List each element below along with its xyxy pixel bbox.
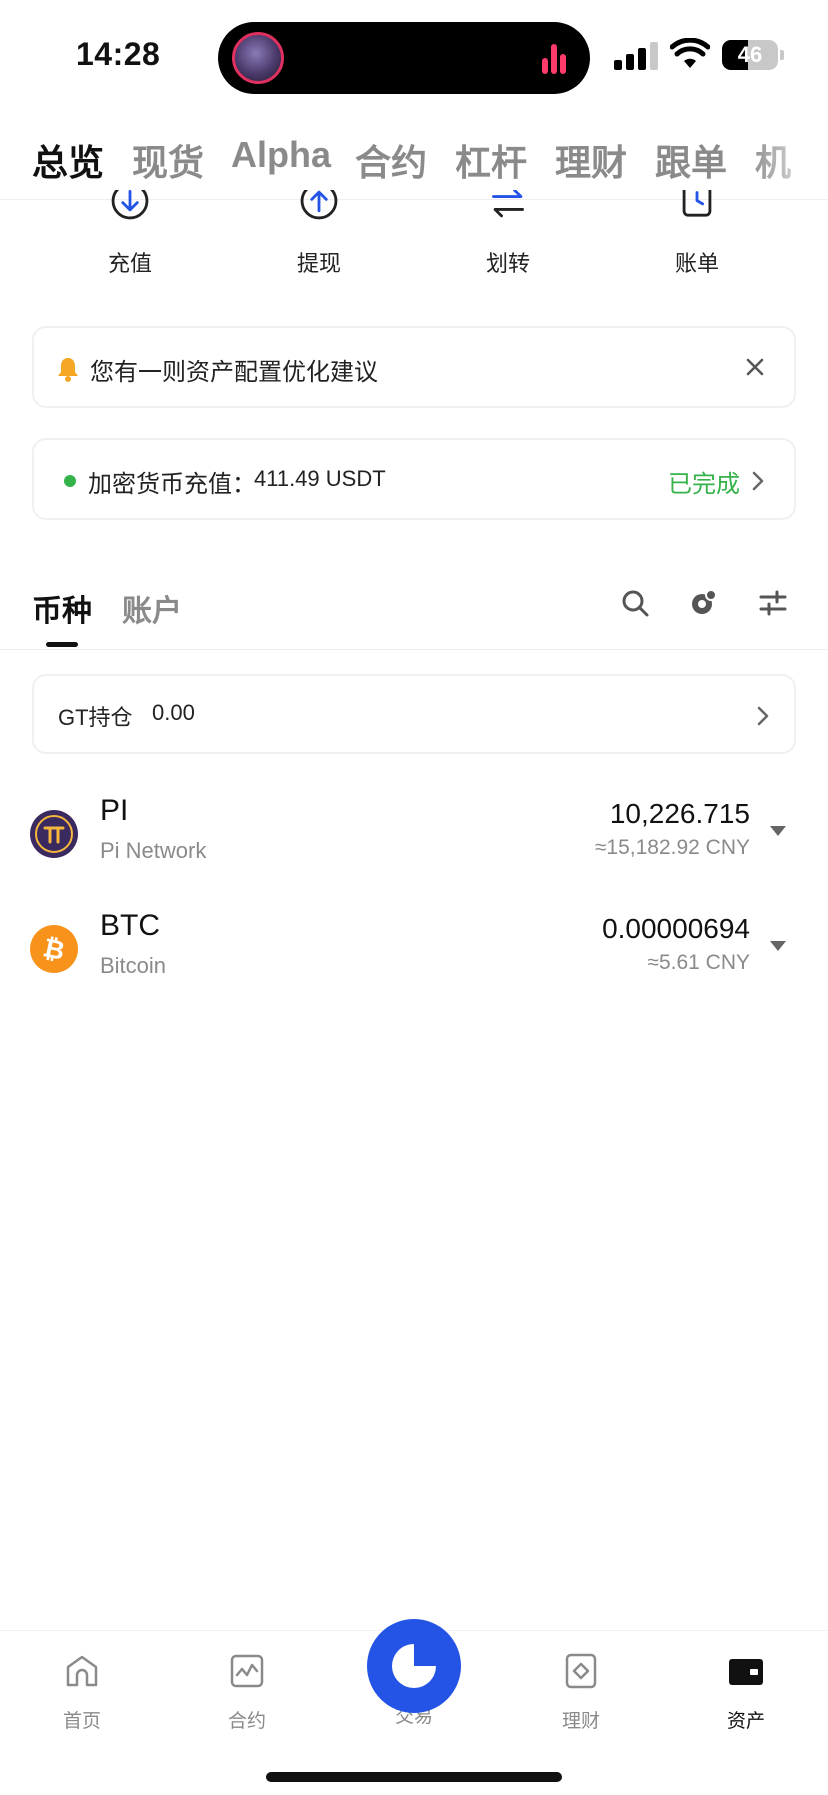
tab-spot[interactable]: 现货 xyxy=(132,134,204,186)
expand-caret-icon[interactable] xyxy=(770,941,786,951)
deposit-label: 充值 xyxy=(107,251,152,276)
bell-icon xyxy=(58,358,78,382)
expand-caret-icon[interactable] xyxy=(770,826,786,836)
svg-text:₿: ₿ xyxy=(41,932,68,966)
bill-icon xyxy=(671,190,723,232)
wallet-icon xyxy=(729,1659,763,1685)
transfer-label: 划转 xyxy=(485,251,530,276)
coin-amount: 10,226.715 xyxy=(609,798,750,829)
bottom-navigation: 首页 合约 交易 理财 资产 xyxy=(0,1619,828,1795)
nav-assets[interactable]: 资产 xyxy=(696,1651,796,1733)
nav-home-label: 首页 xyxy=(62,1711,101,1732)
nav-assets-label: 资产 xyxy=(726,1711,765,1732)
audio-bars-icon xyxy=(542,44,572,74)
withdraw-icon xyxy=(293,190,345,232)
nav-trade[interactable]: 交易 xyxy=(364,1619,464,1728)
dynamic-island[interactable] xyxy=(218,22,590,94)
pi-network-icon xyxy=(30,810,78,858)
coin-name: Pi Network xyxy=(100,838,207,863)
coin-row-btc[interactable]: ₿ BTC Bitcoin 0.00000694 ≈5.61 CNY xyxy=(0,899,828,1009)
chevron-right-icon xyxy=(752,471,764,491)
bill-label: 账单 xyxy=(674,251,719,276)
coin-row-pi[interactable]: PI Pi Network 10,226.715 ≈15,182.92 CNY xyxy=(0,784,828,894)
status-dot xyxy=(64,475,76,487)
gt-holding-value: 0.00 xyxy=(152,700,195,725)
status-time: 14:28 xyxy=(76,36,161,72)
tab-copy-trading[interactable]: 跟单 xyxy=(655,134,727,186)
deposit-status-label: 加密货币充值： xyxy=(88,471,256,498)
transfer-icon xyxy=(482,190,534,232)
bill-button[interactable]: 账单 xyxy=(637,190,757,278)
nav-futures-label: 合约 xyxy=(227,1711,266,1732)
trade-button[interactable] xyxy=(367,1619,461,1713)
filter-settings-icon[interactable] xyxy=(758,588,788,618)
deposit-button[interactable]: 充值 xyxy=(70,190,190,278)
battery-icon: 46 xyxy=(722,40,784,70)
earn-icon xyxy=(565,1653,597,1689)
tab-futures[interactable]: 合约 xyxy=(355,134,427,186)
nav-earn[interactable]: 理财 xyxy=(531,1651,631,1733)
battery-percent: 46 xyxy=(737,42,763,67)
coin-fiat-value: ≈15,182.92 CNY xyxy=(594,836,750,859)
convert-small-assets-icon[interactable] xyxy=(688,588,718,618)
nav-home[interactable]: 首页 xyxy=(32,1651,132,1733)
withdraw-label: 提现 xyxy=(296,251,341,276)
close-icon[interactable] xyxy=(740,352,770,382)
search-icon[interactable] xyxy=(620,588,650,618)
futures-icon xyxy=(230,1654,264,1688)
tab-alpha[interactable]: Alpha xyxy=(231,134,331,176)
cellular-signal-icon xyxy=(614,40,658,70)
status-bar: 14:28 46 xyxy=(0,0,828,110)
coin-amount: 0.00000694 xyxy=(602,913,750,944)
coin-symbol: BTC xyxy=(100,909,160,942)
gt-holding-card[interactable]: GT持仓 0.00 xyxy=(32,674,796,754)
trade-icon xyxy=(392,1644,436,1688)
tab-earn[interactable]: 理财 xyxy=(555,134,627,186)
transfer-button[interactable]: 划转 xyxy=(448,190,568,278)
active-tab-indicator xyxy=(46,642,78,647)
coin-symbol: PI xyxy=(100,794,129,827)
asset-suggestion-banner[interactable]: 您有一则资产配置优化建议 xyxy=(32,326,796,408)
bitcoin-icon: ₿ xyxy=(30,925,78,973)
deposit-status-amount: 411.49 USDT xyxy=(254,466,386,491)
tab-account[interactable]: 账户 xyxy=(122,586,182,630)
asset-section-tabs: 币种 账户 xyxy=(0,580,828,650)
now-playing-avatar xyxy=(232,32,284,84)
asset-suggestion-text: 您有一则资产配置优化建议 xyxy=(90,359,378,386)
coin-name: Bitcoin xyxy=(100,953,167,978)
quick-actions: 充值 提现 划转 账单 xyxy=(0,190,828,290)
tab-currency[interactable]: 币种 xyxy=(32,586,92,630)
deposit-icon xyxy=(104,190,156,232)
nav-futures[interactable]: 合约 xyxy=(197,1651,297,1733)
tab-overview[interactable]: 总览 xyxy=(32,134,104,186)
deposit-status-banner[interactable]: 加密货币充值： 411.49 USDT 已完成 xyxy=(32,438,796,520)
gt-holding-label: GT持仓 xyxy=(58,705,133,730)
tab-margin[interactable]: 杠杆 xyxy=(455,134,527,186)
nav-earn-label: 理财 xyxy=(561,1711,600,1732)
deposit-status-text: 已完成 xyxy=(668,471,740,498)
withdraw-button[interactable]: 提现 xyxy=(259,190,379,278)
home-icon xyxy=(66,1655,98,1687)
chevron-right-icon xyxy=(757,706,769,726)
home-indicator xyxy=(266,1772,562,1782)
coin-fiat-value: ≈5.61 CNY xyxy=(647,951,750,974)
wifi-icon xyxy=(670,38,710,68)
